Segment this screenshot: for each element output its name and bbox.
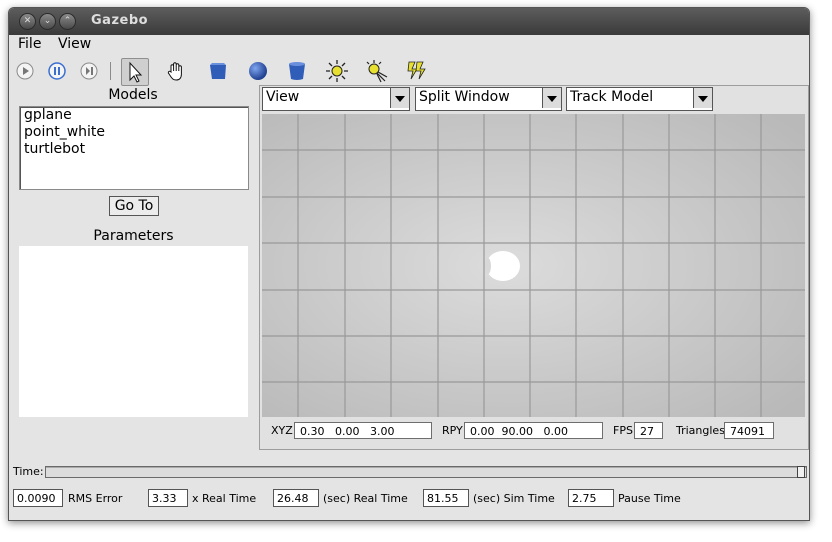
box-icon[interactable]	[205, 58, 231, 84]
arrow-cursor-icon[interactable]	[121, 58, 149, 86]
render-panel: View Split Window Track Model XYZ 0.30 0…	[259, 85, 809, 450]
simulation-status-bar: 0.0090 RMS Error 3.33 x Real Time 26.48 …	[9, 488, 809, 510]
chevron-down-icon[interactable]	[542, 88, 561, 108]
sphere-icon[interactable]	[245, 58, 271, 84]
time-slider[interactable]	[45, 466, 807, 478]
time-slider-handle[interactable]	[797, 466, 805, 478]
xyz-field[interactable]: 0.30 0.00 3.00	[294, 422, 432, 439]
menu-file[interactable]: File	[18, 36, 41, 52]
gazebo-window: ✕ ⌄ ⌃ Gazebo File View Models gplane poi…	[8, 7, 810, 521]
maximize-icon[interactable]: ⌃	[59, 13, 76, 30]
split-window-select[interactable]: Split Window	[415, 87, 562, 111]
view-select[interactable]: View	[262, 87, 410, 111]
turtlebot-model	[486, 251, 520, 281]
point-light-icon[interactable]	[324, 58, 350, 84]
menu-bar: File View	[9, 35, 809, 55]
split-window-value: Split Window	[419, 89, 510, 105]
sim-time-label: (sec) Sim Time	[473, 492, 555, 505]
hand-icon[interactable]	[163, 58, 189, 84]
models-list[interactable]: gplane point_white turtlebot	[19, 106, 249, 190]
toolbar-separator	[110, 62, 111, 80]
time-label: Time:	[13, 465, 44, 478]
play-icon[interactable]	[12, 58, 38, 84]
x-real-time-label: x Real Time	[192, 492, 257, 505]
fps-label: FPS	[613, 424, 633, 437]
step-icon[interactable]	[76, 58, 102, 84]
track-model-select[interactable]: Track Model	[566, 87, 713, 111]
pause-icon[interactable]	[44, 58, 70, 84]
real-time-label: (sec) Real Time	[323, 492, 408, 505]
minimize-icon[interactable]: ⌄	[39, 13, 56, 30]
list-item[interactable]: turtlebot	[24, 141, 85, 157]
sim-time-field[interactable]: 81.55	[423, 489, 469, 507]
triangles-label: Triangles	[676, 424, 725, 437]
models-heading: Models	[108, 87, 158, 103]
x-real-time-field[interactable]: 3.33	[148, 489, 188, 507]
parameters-panel[interactable]	[19, 246, 248, 417]
menu-view[interactable]: View	[58, 36, 91, 52]
cylinder-icon[interactable]	[284, 58, 310, 84]
toolbar	[9, 55, 809, 87]
pause-time-label: Pause Time	[618, 492, 681, 505]
fps-field[interactable]: 27	[634, 422, 663, 439]
window-title: Gazebo	[91, 13, 149, 28]
chevron-down-icon[interactable]	[693, 88, 712, 108]
real-time-field[interactable]: 26.48	[273, 489, 319, 507]
spot-light-icon[interactable]	[364, 58, 390, 84]
time-bar: Time:	[9, 464, 809, 482]
parameters-heading: Parameters	[93, 228, 174, 244]
rpy-field[interactable]: 0.00 90.00 0.00	[464, 422, 603, 439]
chevron-down-icon[interactable]	[390, 88, 409, 108]
xyz-label: XYZ	[271, 424, 293, 437]
3d-viewport[interactable]	[262, 114, 805, 417]
go-to-button[interactable]: Go To	[109, 196, 159, 216]
pause-time-field[interactable]: 2.75	[568, 489, 614, 507]
rms-error-label: RMS Error	[68, 492, 123, 505]
rms-error-field[interactable]: 0.0090	[13, 489, 63, 507]
triangles-field[interactable]: 74091	[724, 422, 774, 439]
title-bar: ✕ ⌄ ⌃ Gazebo	[9, 8, 809, 35]
track-model-value: Track Model	[570, 89, 654, 105]
list-item[interactable]: point_white	[24, 124, 105, 140]
list-item[interactable]: gplane	[24, 107, 72, 123]
directional-light-icon[interactable]	[404, 58, 430, 84]
viewport-status-bar: XYZ 0.30 0.00 3.00 RPY 0.00 90.00 0.00 F…	[260, 420, 808, 442]
rpy-label: RPY	[442, 424, 463, 437]
view-select-value: View	[266, 89, 300, 105]
close-icon[interactable]: ✕	[19, 13, 36, 30]
